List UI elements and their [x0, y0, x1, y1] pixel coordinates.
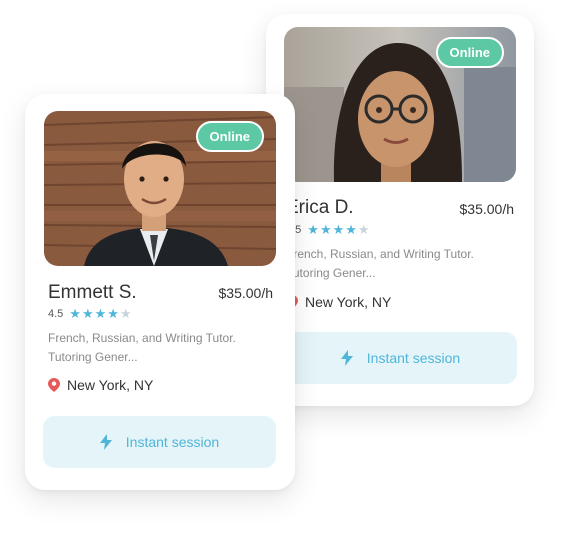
instant-session-button[interactable]: Instant session [43, 416, 276, 468]
instant-session-label: Instant session [366, 350, 461, 366]
tutor-price: $35.00/h [218, 285, 274, 301]
tutor-card-erica[interactable]: Online Erica D. $35.00/h 4.5 ★★★★ ★ Fren… [266, 14, 534, 406]
location-label: New York, NY [305, 294, 392, 310]
map-pin-icon [48, 378, 60, 392]
rating: 4.5 ★★★★ ★ [286, 222, 371, 238]
tutor-location: New York, NY [286, 294, 391, 310]
instant-session-label: Instant session [125, 434, 220, 450]
star-icon: ★★★★ [69, 306, 120, 321]
tutor-card-emmett[interactable]: Online Emmett S. $35.00/h 4.5 ★★★★ ★ Fre… [25, 94, 295, 490]
tutor-description: French, Russian, and Writing Tutor. Tuto… [286, 247, 474, 280]
tutor-photo: Online [44, 111, 276, 266]
online-badge: Online [195, 121, 264, 152]
rating-value: 4.5 [48, 308, 64, 320]
location-label: New York, NY [67, 377, 154, 393]
star-empty-icon: ★ [357, 222, 371, 237]
tutor-photo: Online [284, 27, 516, 182]
lightning-bolt-icon [99, 434, 112, 450]
rating: 4.5 ★★★★ ★ [48, 306, 133, 322]
online-badge: Online [435, 37, 504, 68]
tutor-location: New York, NY [48, 377, 153, 393]
lightning-bolt-icon [340, 350, 353, 366]
tutor-name: Emmett S. [48, 282, 137, 303]
tutor-price: $35.00/h [459, 201, 515, 217]
star-icon: ★★★★ [307, 222, 358, 237]
instant-session-button[interactable]: Instant session [284, 332, 517, 384]
tutor-description: French, Russian, and Writing Tutor. Tuto… [48, 331, 236, 364]
tutor-name: Erica D. [286, 197, 354, 218]
star-empty-icon: ★ [119, 306, 133, 321]
